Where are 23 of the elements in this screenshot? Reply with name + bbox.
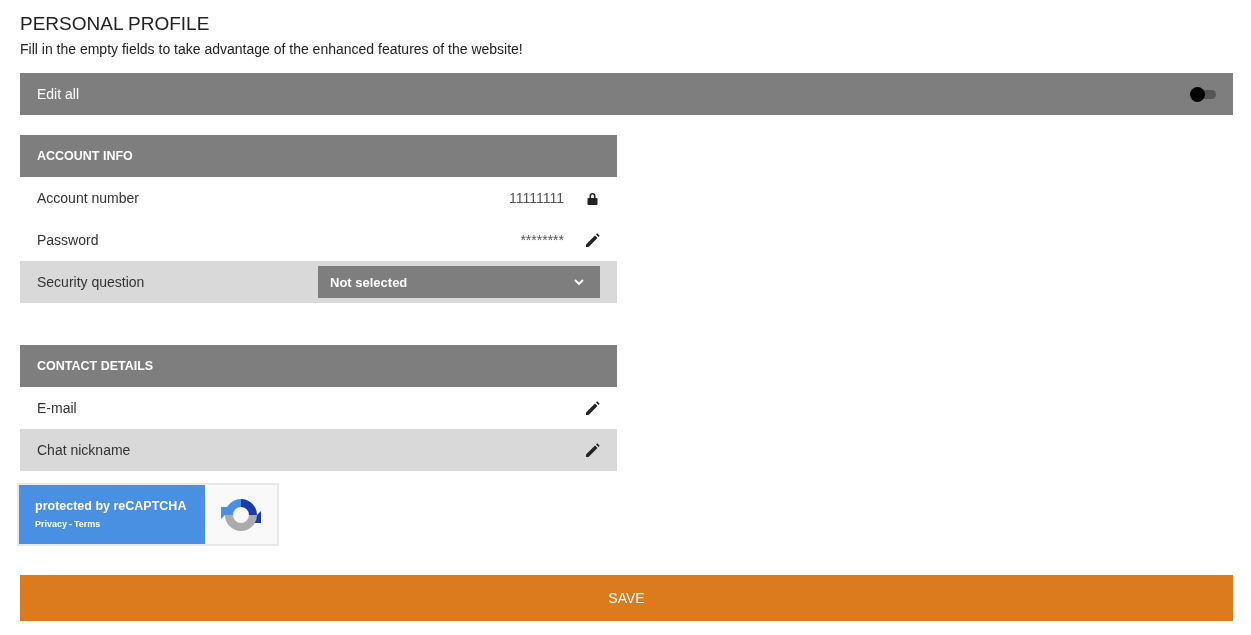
field-label: Security question — [37, 274, 146, 290]
recaptcha-link[interactable]: Privacy — [35, 519, 68, 529]
section-header: CONTACT DETAILS — [20, 345, 617, 387]
field-label: Password — [37, 232, 100, 248]
recaptcha-text: protected by reCAPTCHA — [35, 499, 188, 513]
pencil-icon[interactable] — [584, 232, 600, 248]
toggle-switch[interactable] — [1190, 87, 1216, 101]
edit-all-label: Edit all — [37, 86, 80, 102]
link-separator: - — [69, 519, 73, 529]
recaptcha-link[interactable]: Terms — [74, 519, 101, 529]
pencil-icon[interactable] — [584, 442, 600, 458]
page-subtitle: Fill in the empty fields to take advantage of the enhanced features of the website! — [20, 40, 524, 58]
save-button[interactable]: SAVE — [20, 575, 1233, 621]
field-value: ******** — [520, 232, 564, 248]
field-value: 11111111 — [509, 190, 564, 206]
field-label: E-mail — [37, 400, 78, 416]
pencil-icon[interactable] — [584, 400, 600, 416]
security-question-dropdown[interactable]: Not selected — [318, 266, 600, 298]
field-label: Account number — [37, 190, 140, 206]
chevron-down-icon — [574, 278, 584, 286]
field-label: Chat nickname — [37, 442, 132, 458]
section-header: ACCOUNT INFO — [20, 135, 617, 177]
page-title: PERSONAL PROFILE — [20, 12, 211, 36]
